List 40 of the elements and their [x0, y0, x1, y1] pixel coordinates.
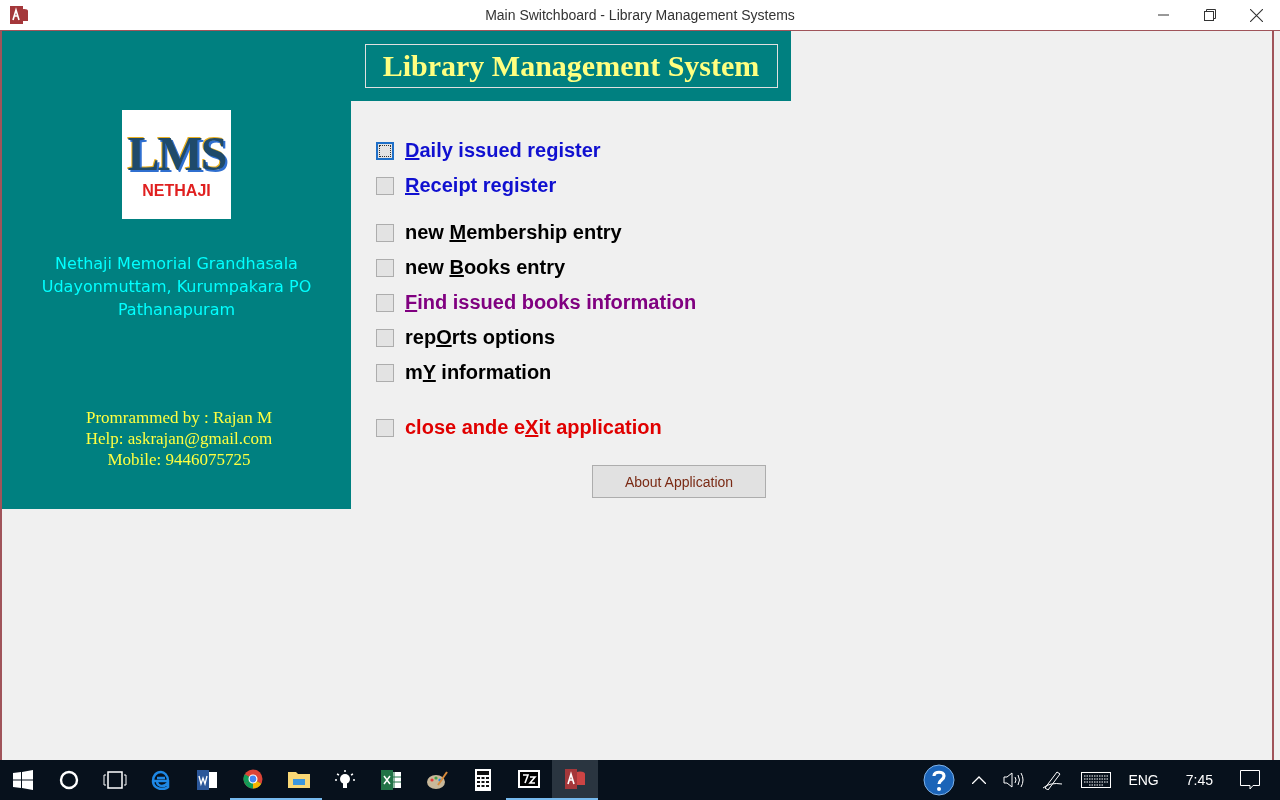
spreadsheet-app-icon[interactable]	[380, 770, 402, 790]
address-line: Pathanapuram	[116, 299, 237, 321]
menu-link[interactable]: Daily issued register	[405, 139, 601, 162]
menu-link[interactable]: repOrts options	[405, 326, 556, 349]
folder-icon[interactable]	[288, 770, 310, 788]
clock[interactable]: 7:45	[1185, 772, 1213, 788]
speaker-icon[interactable]	[1003, 772, 1026, 788]
database-app-icon[interactable]	[564, 769, 586, 789]
document-app-icon[interactable]	[196, 770, 218, 790]
menu-link[interactable]: new Membership entry	[405, 221, 622, 244]
credit-line: Help: askrajan@gmail.com	[85, 428, 273, 449]
language-indicator[interactable]: ENG	[1128, 772, 1159, 788]
database-app-icon	[9, 5, 29, 25]
window-title: Main Switchboard - Library Management Systems	[485, 7, 795, 23]
lightbulb-icon[interactable]	[335, 770, 355, 790]
start-icon[interactable]	[13, 770, 33, 790]
credit-line: Mobile: 9446075725	[106, 449, 252, 470]
menu-button[interactable]	[376, 141, 394, 160]
menu-link[interactable]: Find issued books information	[405, 291, 697, 314]
address-line: Udayonmuttam, Kurumpakara PO	[41, 276, 312, 298]
menu-link[interactable]: new Books entry	[405, 256, 566, 279]
browser-icon[interactable]	[243, 769, 263, 789]
help-icon[interactable]	[923, 764, 956, 796]
header-title: Library Management System	[364, 44, 778, 88]
menu-link[interactable]: Receipt register	[405, 174, 557, 197]
about-button[interactable]: About Application	[592, 465, 766, 498]
archive-app-icon[interactable]	[518, 770, 540, 788]
search-icon[interactable]	[59, 770, 79, 790]
menu-link[interactable]: mY information	[405, 361, 552, 384]
palette-icon[interactable]	[426, 770, 448, 790]
logo: LMS NETHAJI	[122, 110, 231, 219]
pen-icon[interactable]	[1042, 770, 1065, 790]
task-view-icon[interactable]	[103, 770, 127, 790]
notification-icon[interactable]	[1240, 770, 1260, 790]
address-line: Nethaji Memorial Grandhasala	[54, 253, 299, 275]
keyboard-icon[interactable]	[1081, 772, 1112, 788]
menu-link[interactable]: close ande eXit application	[405, 416, 662, 439]
chevron-up-icon[interactable]	[972, 776, 987, 784]
credit-line: Promrammed by : Rajan M	[85, 407, 273, 428]
calculator-icon[interactable]	[475, 769, 491, 791]
